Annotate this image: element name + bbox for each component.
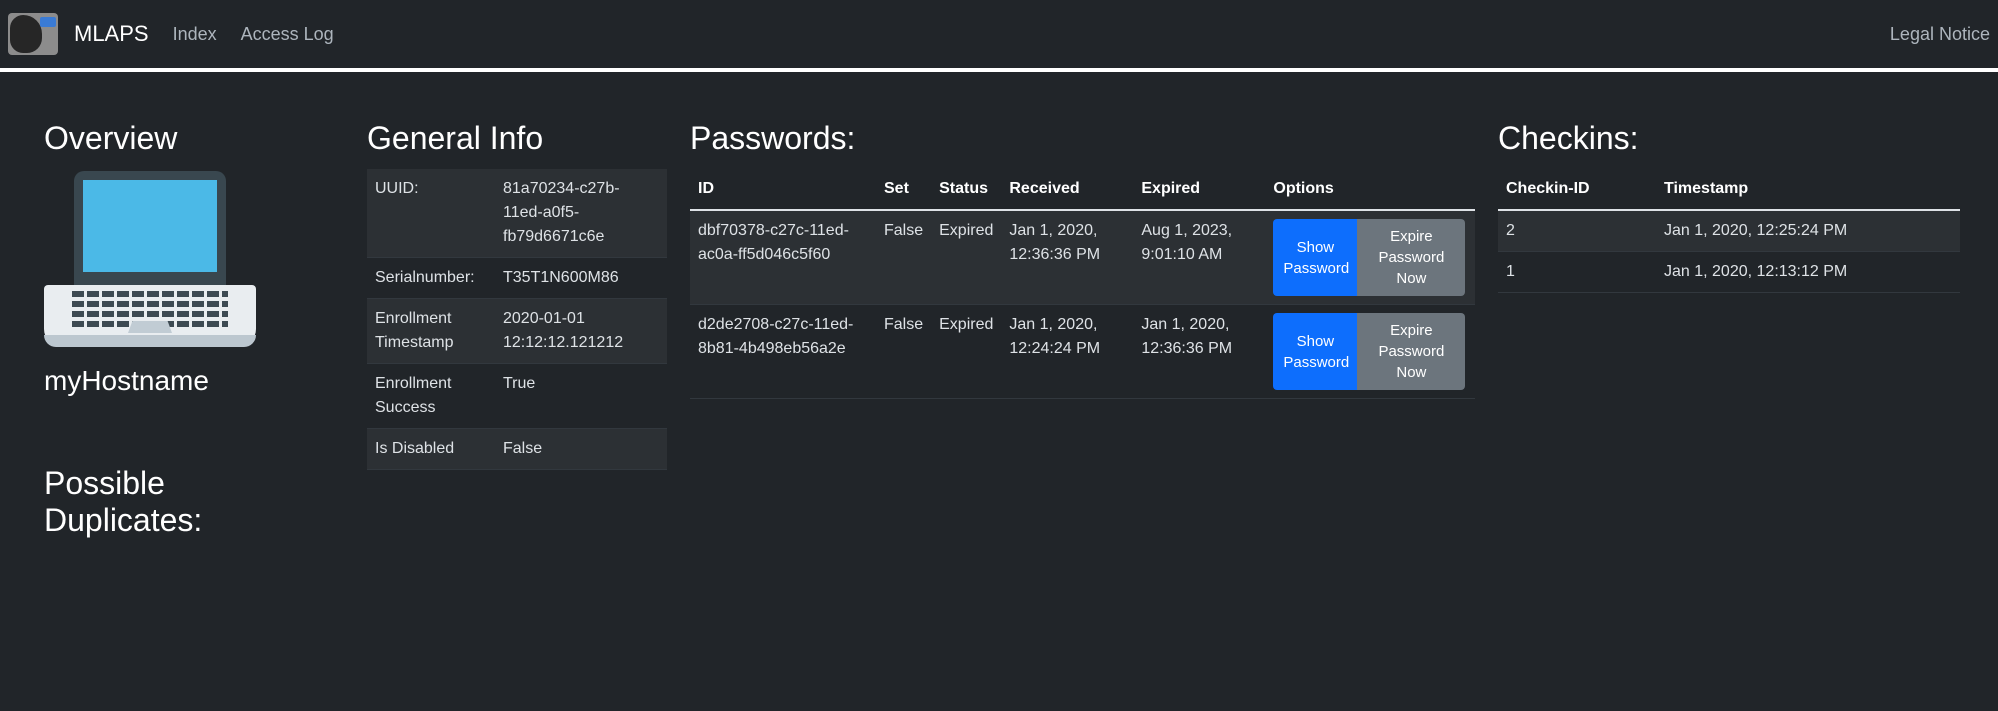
info-key: Enrollment Timestamp xyxy=(367,298,495,364)
general-info-table: UUID: 81a70234-c27b-11ed-a0f5-fb79d6671c… xyxy=(367,169,667,470)
show-password-button[interactable]: Show Password xyxy=(1273,313,1358,390)
checkin-timestamp: Jan 1, 2020, 12:13:12 PM xyxy=(1656,251,1960,293)
column-header-id: ID xyxy=(690,169,876,211)
general-info-title: General Info xyxy=(367,120,544,156)
passwords-section: Passwords: ID Set Status Received Expire… xyxy=(690,120,1475,399)
password-expired: Aug 1, 2023, 9:01:10 AM xyxy=(1133,210,1266,305)
nav-link-legal-notice[interactable]: Legal Notice xyxy=(1890,24,1990,45)
password-received: Jan 1, 2020, 12:36:36 PM xyxy=(1001,210,1134,305)
checkins-table: Checkin-ID Timestamp 2 Jan 1, 2020, 12:2… xyxy=(1498,169,1960,293)
table-row: 2 Jan 1, 2020, 12:25:24 PM xyxy=(1498,210,1960,252)
table-row: dbf70378-c27c-11ed-ac0a-ff5d046c5f60 Fal… xyxy=(690,210,1475,305)
info-row-is-disabled: Is Disabled False xyxy=(367,428,667,470)
column-header-timestamp: Timestamp xyxy=(1656,169,1960,211)
laptop-icon xyxy=(44,171,256,355)
info-key: UUID: xyxy=(367,169,495,258)
column-header-status: Status xyxy=(931,169,1002,211)
info-key: Is Disabled xyxy=(367,428,495,470)
password-expired: Jan 1, 2020, 12:36:36 PM xyxy=(1133,304,1266,399)
table-row: d2de2708-c27c-11ed-8b81-4b498eb56a2e Fal… xyxy=(690,304,1475,399)
password-set: False xyxy=(876,304,932,399)
column-header-options: Options xyxy=(1265,169,1475,211)
options-button-group: Show Password Expire Password Now xyxy=(1273,219,1467,296)
checkin-timestamp: Jan 1, 2020, 12:25:24 PM xyxy=(1656,210,1960,252)
info-row-enrollment-success: Enrollment Success True xyxy=(367,363,667,429)
passwords-title: Passwords: xyxy=(690,120,856,156)
nav-link-index[interactable]: Index xyxy=(173,24,217,45)
expire-password-button[interactable]: Expire Password Now xyxy=(1357,219,1466,296)
info-row-enrollment-timestamp: Enrollment Timestamp 2020-01-01 12:12:12… xyxy=(367,298,667,364)
column-header-expired: Expired xyxy=(1133,169,1266,211)
info-row-serialnumber: Serialnumber: T35T1N600M86 xyxy=(367,257,667,299)
table-row: 1 Jan 1, 2020, 12:13:12 PM xyxy=(1498,251,1960,293)
show-password-button[interactable]: Show Password xyxy=(1273,219,1358,296)
nav-link-access-log[interactable]: Access Log xyxy=(241,24,334,45)
options-button-group: Show Password Expire Password Now xyxy=(1273,313,1467,390)
checkins-section: Checkins: Checkin-ID Timestamp 2 Jan 1, … xyxy=(1498,120,1960,293)
password-options: Show Password Expire Password Now xyxy=(1265,304,1475,399)
passwords-table: ID Set Status Received Expired Options d… xyxy=(690,169,1475,399)
info-value: True xyxy=(495,363,667,429)
password-received: Jan 1, 2020, 12:24:24 PM xyxy=(1001,304,1134,399)
overview-title: Overview xyxy=(44,120,178,156)
info-key: Enrollment Success xyxy=(367,363,495,429)
possible-duplicates-title: Possible Duplicates: xyxy=(44,465,203,538)
navbar: MLAPS Index Access Log Legal Notice xyxy=(0,0,1998,72)
info-value: 81a70234-c27b-11ed-a0f5-fb79d6671c6e xyxy=(495,169,667,258)
checkin-id: 1 xyxy=(1498,251,1656,293)
password-status: Expired xyxy=(931,304,1002,399)
password-set: False xyxy=(876,210,932,305)
mlaps-logo-icon[interactable] xyxy=(8,13,58,55)
password-options: Show Password Expire Password Now xyxy=(1265,210,1475,305)
password-status: Expired xyxy=(931,210,1002,305)
overview-section: Overview myHostname Possible Duplicates: xyxy=(44,120,314,539)
column-header-set: Set xyxy=(876,169,932,211)
hostname: myHostname xyxy=(44,365,209,396)
checkin-id: 2 xyxy=(1498,210,1656,252)
info-row-uuid: UUID: 81a70234-c27b-11ed-a0f5-fb79d6671c… xyxy=(367,169,667,258)
info-key: Serialnumber: xyxy=(367,257,495,299)
password-id: d2de2708-c27c-11ed-8b81-4b498eb56a2e xyxy=(690,304,876,399)
info-value: 2020-01-01 12:12:12.121212 xyxy=(495,298,667,364)
column-header-checkin-id: Checkin-ID xyxy=(1498,169,1656,211)
column-header-received: Received xyxy=(1001,169,1134,211)
brand-link[interactable]: MLAPS xyxy=(74,21,149,47)
info-value: T35T1N600M86 xyxy=(495,257,667,299)
expire-password-button[interactable]: Expire Password Now xyxy=(1357,313,1466,390)
general-info-section: General Info UUID: 81a70234-c27b-11ed-a0… xyxy=(367,120,667,470)
checkins-title: Checkins: xyxy=(1498,120,1639,156)
password-id: dbf70378-c27c-11ed-ac0a-ff5d046c5f60 xyxy=(690,210,876,305)
info-value: False xyxy=(495,428,667,470)
